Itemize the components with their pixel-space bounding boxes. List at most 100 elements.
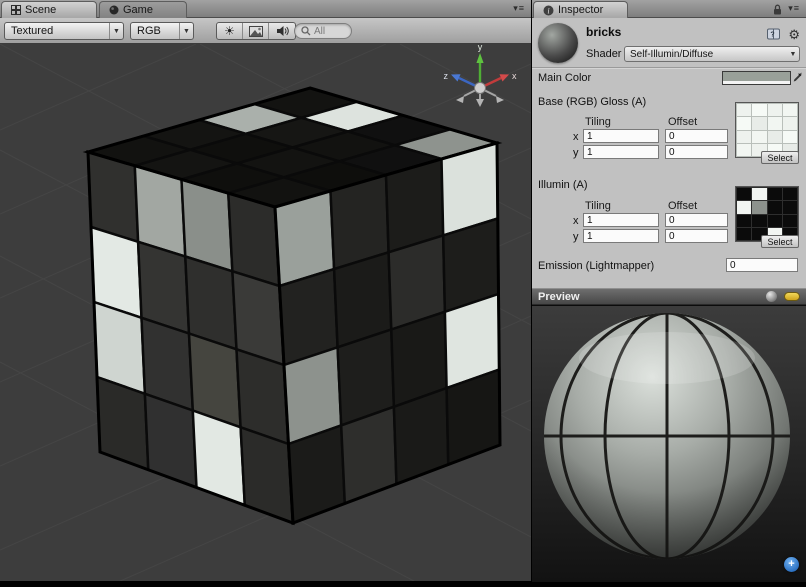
tab-scene[interactable]: Scene	[1, 1, 97, 18]
base-tiling-y-input[interactable]	[583, 145, 659, 159]
illumin-offset-x-input[interactable]	[665, 213, 728, 227]
base-offset-y-input[interactable]	[665, 145, 728, 159]
color-swatch[interactable]	[722, 71, 791, 85]
sun-icon: ☀	[224, 24, 235, 38]
texture-cell	[768, 131, 782, 143]
cube-face-cell	[193, 411, 245, 506]
base-tiling-x-input[interactable]	[583, 129, 659, 143]
gizmo-z-label: z	[444, 71, 449, 81]
tab-scene-label: Scene	[25, 4, 56, 16]
texture-cell	[783, 131, 797, 143]
scene-tabbar: Scene Game ▾≡	[0, 0, 531, 18]
texture-cell	[737, 144, 751, 156]
inspector-panel: i Inspector ▾≡ bricks Shader Self-Illumi…	[532, 0, 806, 581]
texture-cell	[768, 188, 782, 200]
preview-area: +	[532, 305, 806, 581]
illumin-offset-y-input[interactable]	[665, 229, 728, 243]
scene-render: y x z	[0, 44, 531, 581]
base-texture-thumb[interactable]	[735, 102, 799, 158]
texture-cell	[737, 201, 751, 213]
scene-panel-menu-icon[interactable]: ▾≡	[513, 3, 525, 14]
texture-cell	[752, 188, 766, 200]
tab-inspector[interactable]: i Inspector	[533, 1, 628, 18]
base-select-button[interactable]: Select	[761, 151, 799, 164]
material-name: bricks	[586, 25, 621, 39]
inspector-tabbar: i Inspector ▾≡	[532, 0, 806, 18]
illumin-tiling-x-input[interactable]	[583, 213, 659, 227]
texture-cell	[783, 201, 797, 213]
eyedropper-icon[interactable]	[792, 71, 803, 84]
scene-cube[interactable]	[88, 88, 500, 523]
base-x-label: x	[573, 131, 579, 143]
tab-game-label: Game	[123, 4, 153, 16]
image-icon	[249, 26, 263, 37]
draw-mode-dropdown[interactable]: Textured ▼	[4, 22, 124, 40]
lock-icon[interactable]	[773, 4, 782, 15]
chevron-down-icon: ▼	[787, 51, 799, 58]
gear-icon[interactable]: ⚙	[788, 27, 800, 43]
texture-cell	[737, 117, 751, 129]
texture-cell	[752, 131, 766, 143]
info-icon: i	[543, 5, 554, 16]
preview-header: Preview	[532, 288, 806, 305]
texture-cell	[768, 215, 782, 227]
lighting-toggle-button[interactable]: ☀	[217, 23, 243, 39]
texture-cell	[783, 104, 797, 116]
chevron-down-icon: ▼	[180, 28, 193, 35]
preview-sphere-shading	[544, 313, 790, 559]
illumin-x-label: x	[573, 215, 579, 227]
illumin-texture-thumb[interactable]	[735, 186, 799, 242]
base-section-label: Base (RGB) Gloss (A)	[538, 96, 646, 108]
draw-mode-value: Textured	[5, 25, 109, 37]
emission-input[interactable]	[726, 258, 798, 272]
cube-face-cell	[289, 425, 345, 523]
material-preview-thumb	[538, 23, 578, 63]
audio-toggle-button[interactable]	[269, 23, 295, 39]
color-swatch-fill	[723, 72, 790, 81]
base-offset-x-input[interactable]	[665, 129, 728, 143]
search-filter-label: All	[314, 26, 325, 37]
scene-viewport[interactable]: y x z	[0, 44, 531, 581]
texture-cell	[752, 104, 766, 116]
preview-lighting-toggle-icon[interactable]	[784, 292, 800, 301]
gizmo-y-label: y	[478, 44, 483, 52]
texture-cell	[737, 188, 751, 200]
illumin-select-button[interactable]: Select	[761, 235, 799, 248]
base-offset-header: Offset	[668, 116, 697, 128]
preview-render	[532, 306, 806, 582]
texture-cell	[783, 188, 797, 200]
svg-text:?: ?	[770, 32, 774, 39]
inspector-panel-menu-icon[interactable]: ▾≡	[788, 3, 800, 14]
texture-cell	[737, 131, 751, 143]
skybox-toggle-button[interactable]	[243, 23, 269, 39]
texture-cell	[752, 201, 766, 213]
cube-face-cell	[145, 394, 197, 488]
game-icon	[109, 5, 119, 15]
preview-sphere-icon[interactable]	[766, 291, 777, 302]
shader-dropdown[interactable]: Self-Illumin/Diffuse ▼	[624, 46, 800, 62]
base-tiling-header: Tiling	[585, 116, 611, 128]
texture-cell	[737, 215, 751, 227]
gizmo-center-sphere[interactable]	[475, 83, 486, 94]
scene-panel: Scene Game ▾≡ Textured ▼ RGB ▼ ☀	[0, 0, 531, 581]
color-mode-value: RGB	[131, 25, 179, 37]
illumin-section-label: Illumin (A)	[538, 179, 588, 191]
texture-cell	[768, 117, 782, 129]
color-mode-dropdown[interactable]: RGB ▼	[130, 22, 194, 40]
preview-add-button[interactable]: +	[784, 557, 799, 572]
gizmo-x-label: x	[512, 71, 517, 81]
shader-label: Shader	[586, 48, 621, 60]
texture-cell	[752, 215, 766, 227]
inspector-content: bricks Shader Self-Illumin/Diffuse ▼ ? ⚙…	[532, 18, 806, 581]
help-book-icon[interactable]: ?	[767, 28, 780, 40]
scene-toolbar: Textured ▼ RGB ▼ ☀	[0, 18, 531, 44]
base-y-label: y	[573, 147, 579, 159]
texture-cell	[737, 228, 751, 240]
speaker-icon	[276, 25, 289, 37]
cube-face-cell	[241, 427, 293, 523]
scene-search-field[interactable]: All	[294, 23, 352, 39]
tab-game[interactable]: Game	[99, 1, 187, 18]
search-icon	[301, 26, 311, 36]
illumin-tiling-y-input[interactable]	[583, 229, 659, 243]
header-separator	[532, 67, 806, 68]
